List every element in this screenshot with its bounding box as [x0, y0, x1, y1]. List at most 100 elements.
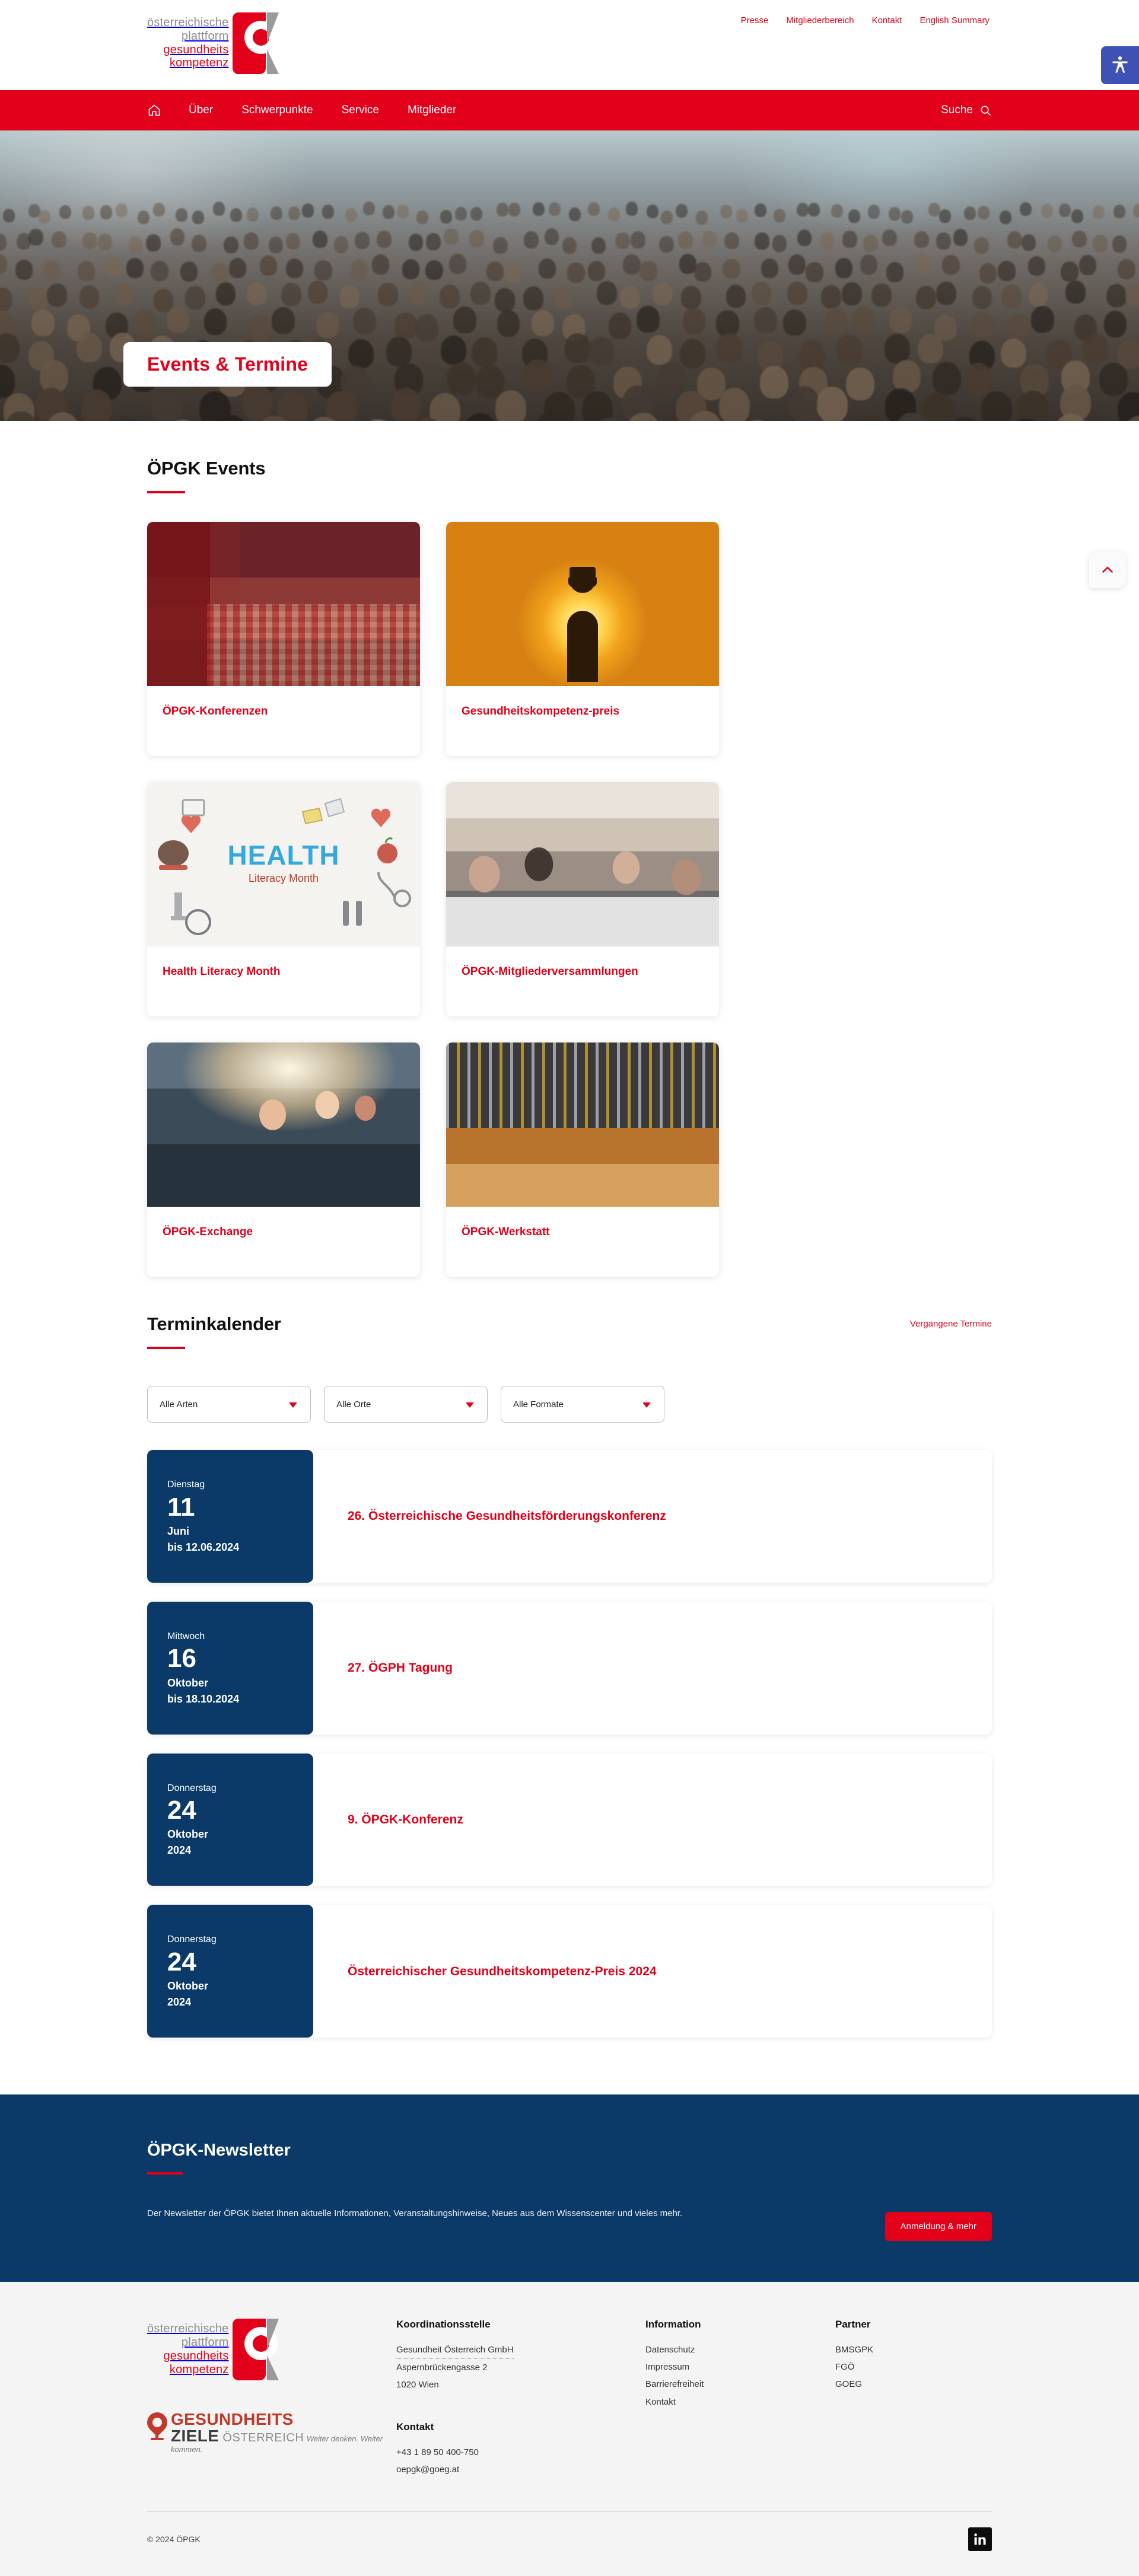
calendar-entry-until: 2024 — [167, 1844, 192, 1857]
newsletter-signup-button[interactable]: Anmeldung & mehr — [885, 2212, 992, 2242]
footer-link-impressum[interactable]: Impressum — [645, 2358, 835, 2376]
utility-nav: Presse Mitgliederbereich Kontakt English… — [741, 15, 990, 25]
events-section-header: ÖPGK Events — [125, 458, 1014, 493]
past-events-link[interactable]: Vergangene Termine — [910, 1319, 992, 1329]
linkedin-link[interactable] — [968, 2527, 992, 2552]
footer-phone-link[interactable]: +43 1 89 50 400-750 — [396, 2444, 645, 2461]
opgk-events-section: ÖPGK Events ÖPGK-Konferenzen Gesundheitsk… — [125, 421, 1014, 1277]
nav-item-service[interactable]: Service — [342, 104, 379, 117]
footer-link-bmsgpk[interactable]: BMSGPK — [835, 2341, 1013, 2358]
chevron-up-icon — [1102, 566, 1113, 573]
event-card-image — [446, 522, 719, 686]
calendar-section-title: Terminkalender — [147, 1313, 281, 1334]
nav-item-schwerpunkte[interactable]: Schwerpunkte — [241, 104, 313, 117]
event-card[interactable]: Health Literacy Month — [147, 782, 420, 1016]
page-title-badge: Events & Termine — [123, 342, 332, 387]
event-card-title: Gesundheitskompetenz-preis — [462, 705, 620, 718]
section-underline — [147, 2172, 183, 2175]
calendar-event-list: Dienstag 11 Juni bis 12.06.2024 26. Österrei… — [125, 1450, 1014, 2038]
calendar-entry-title-wrap: 27. ÖGPH Tagung — [313, 1602, 992, 1735]
calendar-entry[interactable]: Donnerstag 24 Oktober 2024 Österreichischer … — [147, 1905, 992, 2038]
calendar-section-header: Terminkalender Vergangene Termine — [125, 1313, 1014, 1349]
footer-heading-kontakt: Kontakt — [396, 2421, 434, 2432]
utility-link-english-summary[interactable]: English Summary — [920, 15, 990, 25]
home-icon — [148, 104, 160, 116]
footer-column-information: Information Datenschutz Impressum Barrie… — [645, 2319, 835, 2478]
event-card-image — [147, 522, 420, 686]
footer-street: Aspernbrückengasse 2 — [396, 2363, 488, 2373]
calendar-entry-title-link[interactable]: Österreichischer Gesundheitskompetenz-Pr… — [348, 1963, 657, 1980]
calendar-entry-title-link[interactable]: 9. ÖPGK-Konferenz — [348, 1811, 463, 1828]
calendar-entry-until: 2024 — [167, 1996, 192, 2008]
utility-link-kontakt[interactable]: Kontakt — [872, 15, 902, 25]
event-card-body: ÖPGK-Exchange — [147, 1207, 420, 1277]
footer-site-logo[interactable]: österreichische plattform gesundheits ko… — [147, 2318, 396, 2380]
footer-logo-mark-icon — [232, 2318, 279, 2380]
footer-copyright: © 2024 ÖPGK — [147, 2534, 201, 2545]
chevron-down-icon — [642, 1402, 651, 1408]
footer-link-datenschutz[interactable]: Datenschutz — [645, 2341, 835, 2358]
newsletter-description: Der Newsletter der ÖPGK bietet Ihnen akt… — [147, 2208, 683, 2219]
footer-heading-information: Information — [645, 2318, 701, 2330]
calendar-filter-dropdown[interactable]: Alle Formate — [501, 1386, 664, 1423]
calendar-entry-title-link[interactable]: 26. Österreichische Gesundheitsförderung… — [348, 1507, 666, 1525]
event-card-image — [147, 1042, 420, 1207]
newsletter-title: ÖPGK-Newsletter — [147, 2141, 291, 2160]
calendar-entry-title-wrap: 26. Österreichische Gesundheitsförderung… — [313, 1450, 992, 1583]
calendar-filter-label: Alle Formate — [513, 1399, 564, 1410]
nav-home-link[interactable] — [147, 103, 161, 117]
footer-logo-line-3: gesundheits — [163, 2349, 229, 2363]
footer-logos: österreichische plattform gesundheits ko… — [142, 2318, 396, 2478]
utility-link-mitgliederbereich[interactable]: Mitgliederbereich — [786, 15, 854, 25]
events-section-title: ÖPGK Events — [147, 458, 266, 479]
event-card[interactable]: ÖPGK-Werkstatt — [446, 1042, 719, 1277]
calendar-filter-dropdown[interactable]: Alle Arten — [147, 1386, 311, 1423]
nav-search-button[interactable]: Suche — [941, 104, 992, 117]
calendar-entry-until: bis 12.06.2024 — [167, 1541, 240, 1553]
nav-item-ueber[interactable]: Über — [189, 104, 213, 117]
calendar-entry[interactable]: Dienstag 11 Juni bis 12.06.2024 26. Österrei… — [147, 1450, 992, 1583]
scroll-to-top-button[interactable] — [1089, 551, 1126, 588]
footer-bottom-bar: © 2024 ÖPGK — [125, 2511, 1014, 2576]
event-card[interactable]: ÖPGK-Exchange — [147, 1042, 420, 1277]
event-card-body: Gesundheitskompetenz-preis — [446, 686, 719, 756]
calendar-entry[interactable]: Donnerstag 24 Oktober 2024 9. ÖPGK-Konferenz — [147, 1753, 992, 1886]
calendar-entry-day: 11 — [167, 1492, 195, 1522]
site-logo[interactable]: österreichische plattform gesundheits ko… — [147, 6, 279, 80]
calendar-filter-label: Alle Orte — [336, 1399, 371, 1410]
footer-heading-koordinationsstelle: Koordinationsstelle — [396, 2318, 491, 2330]
footer-link-kontakt[interactable]: Kontakt — [645, 2393, 835, 2411]
calendar-entry-month: Oktober — [167, 1676, 209, 1689]
logo-mark-icon — [232, 12, 279, 74]
map-pin-icon — [142, 2408, 172, 2440]
footer-column-partner: Partner BMSGPK FGÖ GOEG — [835, 2319, 1013, 2478]
logo-wordmark: österreichische plattform gesundheits ko… — [147, 16, 229, 70]
calendar-entry-weekday: Mittwoch — [167, 1631, 205, 1641]
event-card[interactable]: ÖPGK-Konferenzen — [147, 522, 420, 756]
footer-link-barrierefreiheit[interactable]: Barrierefreiheit — [645, 2376, 835, 2393]
calendar-entry-title-link[interactable]: 27. ÖGPH Tagung — [348, 1659, 453, 1676]
calendar-entry-until: bis 18.10.2024 — [167, 1692, 240, 1705]
logo-line-1: österreichische — [147, 15, 229, 29]
event-card-grid: ÖPGK-Konferenzen Gesundheitskompetenz-pre… — [125, 522, 1014, 1277]
calendar-entry-month: Oktober — [167, 1828, 209, 1841]
calendar-filters: Alle Arten Alle Orte Alle Formate — [125, 1386, 1014, 1423]
footer-link-fgoe[interactable]: FGÖ — [835, 2358, 1013, 2376]
calendar-entry-title-wrap: Österreichischer Gesundheitskompetenz-Pr… — [313, 1905, 992, 2038]
top-bar: österreichische plattform gesundheits ko… — [0, 0, 1139, 90]
calendar-entry[interactable]: Mittwoch 16 Oktober bis 18.10.2024 27. ÖGPH … — [147, 1601, 992, 1735]
utility-link-presse[interactable]: Presse — [741, 15, 769, 25]
calendar-filter-dropdown[interactable]: Alle Orte — [324, 1386, 488, 1423]
footer-email-link[interactable]: oepgk@goeg.at — [396, 2461, 645, 2478]
accessibility-widget-button[interactable] — [1101, 46, 1139, 84]
calendar-entry-title-wrap: 9. ÖPGK-Konferenz — [313, 1754, 992, 1886]
hero-banner: Events & Termine — [0, 130, 1139, 421]
page-title: Events & Termine — [147, 353, 308, 375]
footer-link-goeg[interactable]: GOEG — [835, 2376, 1013, 2393]
nav-search-label: Suche — [941, 104, 973, 116]
chevron-down-icon — [466, 1402, 474, 1408]
event-card[interactable]: ÖPGK-Mitgliederversammlungen — [446, 782, 719, 1016]
event-card[interactable]: Gesundheitskompetenz-preis — [446, 522, 719, 756]
nav-item-mitglieder[interactable]: Mitglieder — [408, 104, 456, 117]
gesundheitsziele-logo[interactable]: GESUNDHEITS ZIELE ÖSTERREICH Weiter denke… — [142, 2408, 396, 2455]
